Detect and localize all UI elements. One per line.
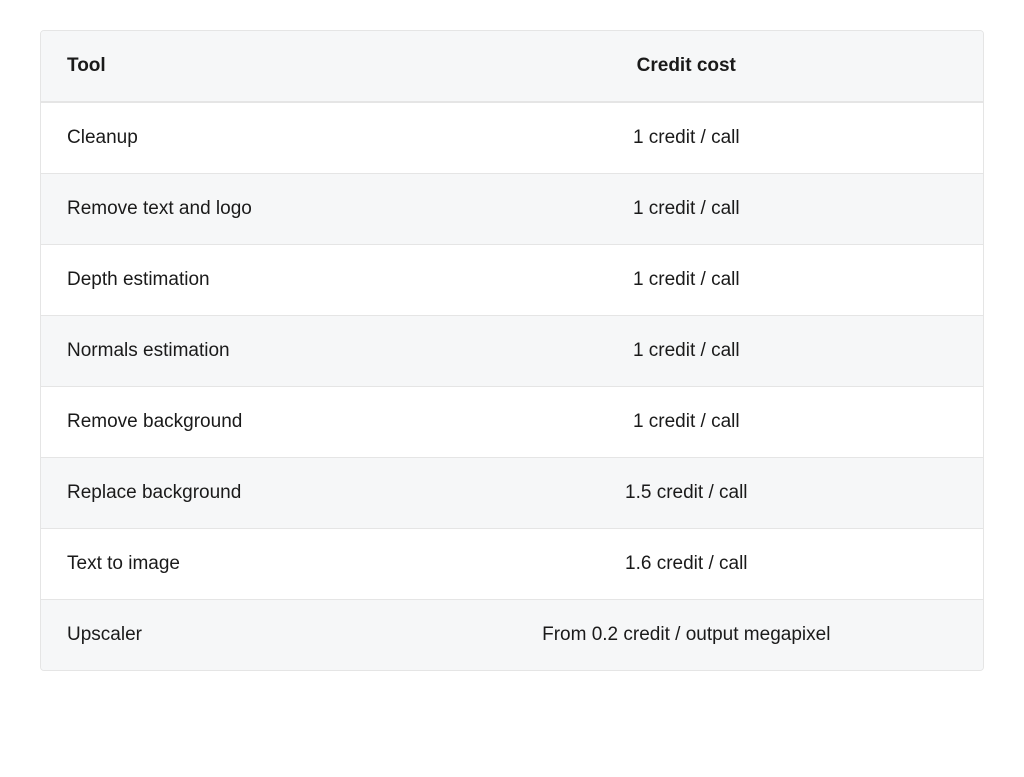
cell-credit-cost: 1 credit / call xyxy=(390,174,983,245)
cell-tool: Upscaler xyxy=(41,600,390,671)
cell-credit-cost: 1 credit / call xyxy=(390,245,983,316)
table-row: Cleanup 1 credit / call xyxy=(41,102,983,174)
cell-credit-cost: From 0.2 credit / output megapixel xyxy=(390,600,983,671)
table-row: Normals estimation 1 credit / call xyxy=(41,316,983,387)
cell-tool: Remove background xyxy=(41,387,390,458)
cell-tool: Remove text and logo xyxy=(41,174,390,245)
header-tool: Tool xyxy=(41,31,390,102)
cell-tool: Normals estimation xyxy=(41,316,390,387)
cell-credit-cost: 1.5 credit / call xyxy=(390,458,983,529)
cell-tool: Text to image xyxy=(41,529,390,600)
cell-tool: Replace background xyxy=(41,458,390,529)
table-row: Replace background 1.5 credit / call xyxy=(41,458,983,529)
cell-credit-cost: 1 credit / call xyxy=(390,102,983,174)
table-row: Remove text and logo 1 credit / call xyxy=(41,174,983,245)
table-row: Upscaler From 0.2 credit / output megapi… xyxy=(41,600,983,671)
cell-credit-cost: 1 credit / call xyxy=(390,316,983,387)
table-row: Depth estimation 1 credit / call xyxy=(41,245,983,316)
pricing-table: Tool Credit cost Cleanup 1 credit / call… xyxy=(41,31,983,670)
cell-tool: Depth estimation xyxy=(41,245,390,316)
header-credit-cost: Credit cost xyxy=(390,31,983,102)
cell-tool: Cleanup xyxy=(41,102,390,174)
cell-credit-cost: 1 credit / call xyxy=(390,387,983,458)
pricing-table-wrapper: Tool Credit cost Cleanup 1 credit / call… xyxy=(40,30,984,671)
cell-credit-cost: 1.6 credit / call xyxy=(390,529,983,600)
table-row: Text to image 1.6 credit / call xyxy=(41,529,983,600)
table-row: Remove background 1 credit / call xyxy=(41,387,983,458)
table-header-row: Tool Credit cost xyxy=(41,31,983,102)
